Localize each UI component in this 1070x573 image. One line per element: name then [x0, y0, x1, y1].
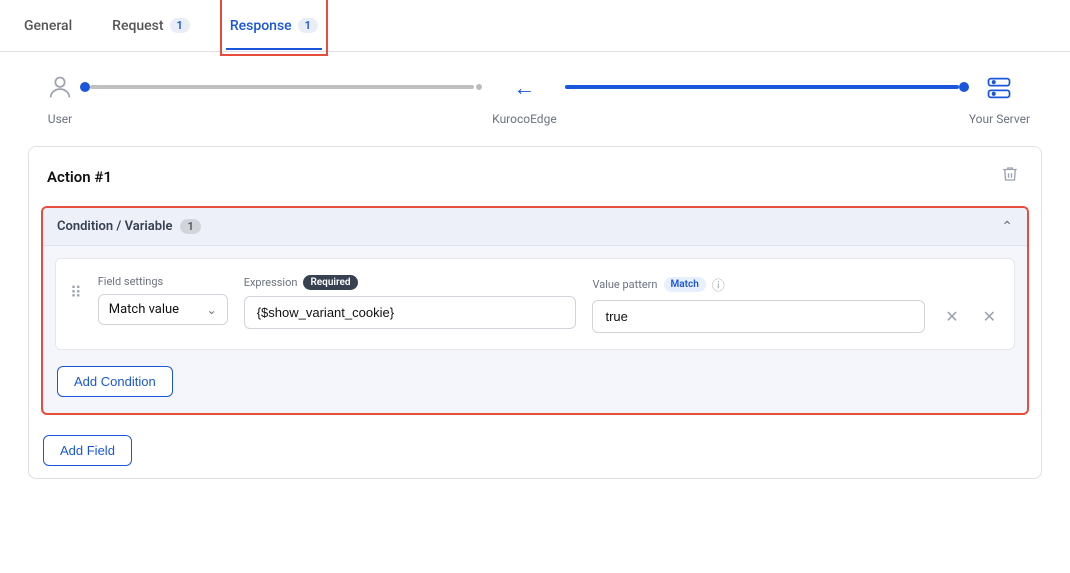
server-label: Your Server: [969, 112, 1030, 126]
tabs-bar: General Request 1 Response 1: [0, 0, 1070, 52]
tab-request-badge: 1: [170, 18, 190, 33]
value-pattern-header: Value pattern Match ⓘ: [592, 275, 925, 294]
expression-label: Expression: [244, 276, 298, 289]
condition-count-badge: 1: [180, 219, 200, 234]
drag-handle-icon[interactable]: ⠿: [70, 283, 82, 302]
right-connector: [565, 82, 969, 92]
condition-variable-section: Condition / Variable 1 ⌃ ⠿ Field setting…: [41, 206, 1029, 415]
left-dot-end: [474, 82, 484, 92]
match-badge[interactable]: Match: [664, 277, 706, 292]
action-header: Action #1: [29, 147, 1041, 206]
field-settings-block: Field settings Match value ⌄: [98, 275, 228, 325]
expression-block: Expression Required: [244, 275, 577, 329]
flow-server-node: Your Server: [969, 72, 1030, 126]
condition-collapse-button[interactable]: ⌃: [1001, 218, 1013, 235]
user-icon: [40, 72, 80, 104]
required-badge: Required: [303, 275, 357, 290]
add-condition-button[interactable]: Add Condition: [57, 366, 173, 397]
info-icon[interactable]: ⓘ: [712, 275, 725, 294]
edge-icon: ←: [504, 72, 544, 104]
right-line: [565, 85, 959, 89]
condition-header: Condition / Variable 1 ⌃: [43, 208, 1027, 246]
row-clear-button[interactable]: ✕: [941, 303, 962, 331]
edge-label: KurocoEdge: [492, 112, 557, 126]
tab-response-badge: 1: [298, 18, 318, 33]
tab-general-label: General: [24, 18, 72, 34]
server-icon: [979, 72, 1019, 104]
condition-title-text: Condition / Variable: [57, 219, 172, 234]
value-pattern-label: Value pattern: [592, 278, 657, 291]
main-content: Action #1 Condition / Variable 1 ⌃: [0, 134, 1070, 499]
action-title: Action #1: [47, 168, 112, 186]
add-field-button[interactable]: Add Field: [43, 435, 132, 466]
action-delete-button[interactable]: [997, 161, 1023, 192]
action-card: Action #1 Condition / Variable 1 ⌃: [28, 146, 1042, 479]
condition-field-row: ⠿ Field settings Match value ⌄ Expressio…: [55, 258, 1015, 350]
flow-user-node: User: [40, 72, 80, 126]
left-dot-start: [80, 82, 90, 92]
right-dot-end: [959, 82, 969, 92]
user-label: User: [48, 112, 72, 126]
add-field-row: Add Field: [29, 427, 1041, 478]
chevron-down-icon: ⌄: [207, 303, 217, 317]
field-settings-value: Match value: [109, 302, 179, 317]
value-pattern-input[interactable]: [592, 300, 925, 333]
condition-title: Condition / Variable 1: [57, 219, 201, 234]
left-connector: [80, 82, 484, 92]
expression-input[interactable]: [244, 296, 577, 329]
field-settings-label: Field settings: [98, 275, 228, 288]
field-settings-select[interactable]: Match value ⌄: [98, 294, 228, 325]
value-pattern-block: Value pattern Match ⓘ: [592, 275, 925, 333]
flow-edge-node: ← KurocoEdge: [492, 72, 557, 126]
tab-response[interactable]: Response 1: [226, 4, 322, 50]
flow-diagram: User ← KurocoEdge Your Server: [0, 52, 1070, 134]
row-delete-button[interactable]: ✕: [979, 303, 1000, 331]
tab-response-label: Response: [230, 18, 292, 34]
tab-general[interactable]: General: [20, 4, 76, 50]
add-condition-row: Add Condition: [43, 362, 1027, 413]
left-line: [90, 85, 474, 89]
tab-request-label: Request: [112, 18, 163, 34]
tab-request[interactable]: Request 1: [108, 4, 194, 50]
expression-header: Expression Required: [244, 275, 577, 290]
